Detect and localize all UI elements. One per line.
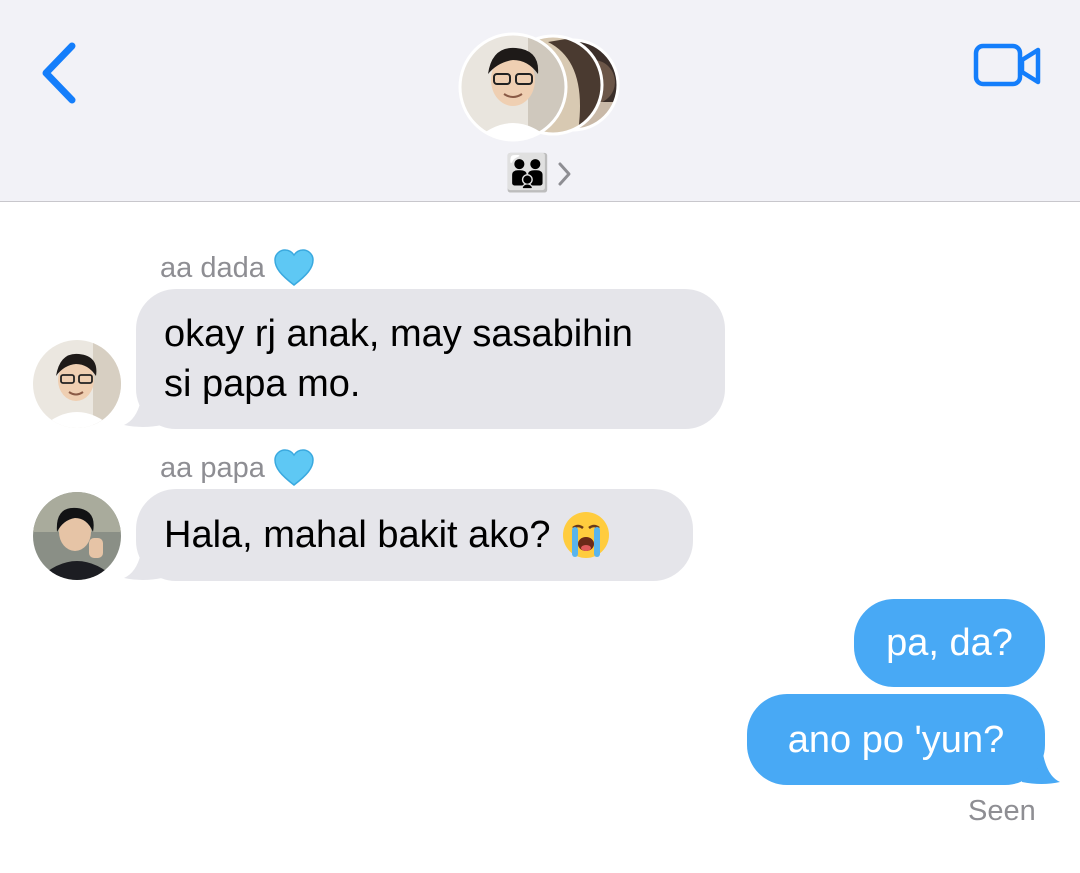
blue-heart-icon — [274, 249, 314, 286]
group-avatar-stack[interactable] — [458, 32, 628, 142]
conversation-header: 👨‍👨‍👦 — [0, 0, 1080, 202]
message-line: okay rj anak, may sasabihin — [164, 313, 633, 355]
group-name-button[interactable]: 👨‍👨‍👦 — [505, 152, 574, 196]
avatar-papa[interactable] — [33, 492, 121, 580]
avatar-dada[interactable] — [33, 340, 121, 428]
back-chevron-icon[interactable] — [36, 38, 86, 108]
message-bubble-outgoing[interactable]: ano po 'yun? — [747, 694, 1045, 785]
loudly-crying-emoji-icon — [561, 510, 611, 560]
sender-label-papa: aa papa — [160, 448, 315, 488]
chevron-right-icon — [558, 162, 571, 186]
sender-name: aa dada — [160, 251, 265, 284]
message-line: si papa mo. — [164, 363, 361, 405]
message-bubble[interactable]: Hala, mahal bakit ako? 😭 — [136, 489, 693, 581]
message-text: ano po 'yun? — [787, 719, 1005, 761]
message-text: pa, da? — [886, 622, 1013, 664]
message-text: Hala, mahal bakit ako? — [164, 514, 551, 556]
blue-heart-icon — [274, 449, 314, 486]
message-bubble[interactable]: okay rj anak, may sasabihin si papa mo. — [136, 289, 725, 429]
sender-label-dada: aa dada — [160, 248, 315, 288]
seen-receipt: Seen — [968, 795, 1036, 827]
message-bubble-outgoing[interactable]: pa, da? — [854, 599, 1045, 687]
sender-name: aa papa — [160, 451, 265, 484]
family-emoji-icon: 👨‍👨‍👦 — [505, 153, 550, 194]
video-call-icon[interactable] — [970, 40, 1044, 92]
